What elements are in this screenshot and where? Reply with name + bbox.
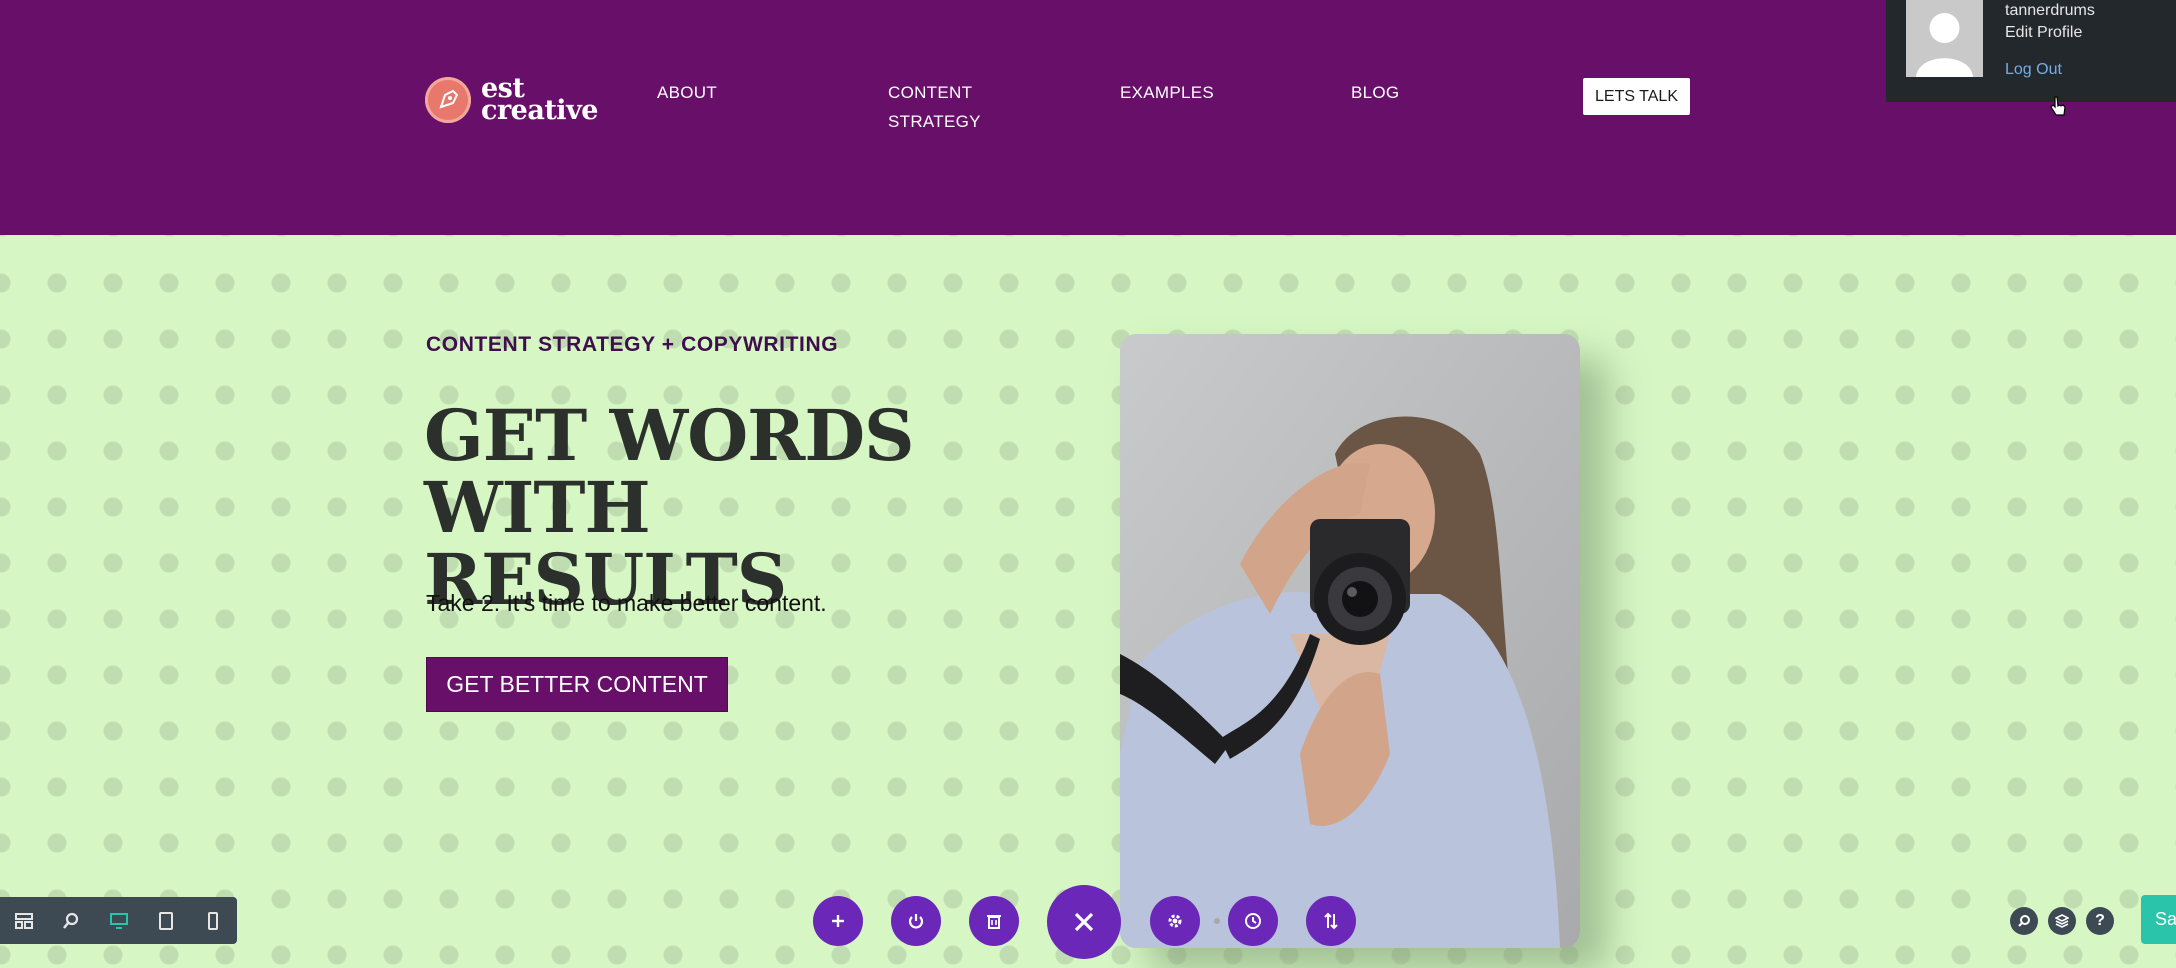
layers-icon[interactable] [2048, 907, 2076, 935]
nav-content-strategy-line1: CONTENT [888, 83, 973, 102]
add-icon[interactable] [813, 896, 863, 946]
nav-content-strategy[interactable]: CONTENT STRATEGY [888, 78, 981, 136]
settings-icon[interactable] [1150, 896, 1200, 946]
hero-subtext: Take 2. It's time to make better content… [426, 590, 827, 616]
hero-photo [1120, 334, 1580, 948]
polka-dot-background [0, 235, 2176, 968]
nav-content-strategy-line2: STRATEGY [888, 112, 981, 131]
trash-icon[interactable] [969, 896, 1019, 946]
wireframe-icon[interactable] [0, 897, 47, 944]
help-icon[interactable]: ? [2086, 907, 2114, 935]
portability-icon[interactable] [1306, 896, 1356, 946]
hero-eyebrow: CONTENT STRATEGY + COPYWRITING [426, 333, 839, 356]
history-icon[interactable] [1228, 896, 1278, 946]
pen-nib-icon [425, 77, 471, 123]
hand-cursor-icon [2049, 95, 2067, 122]
desktop-icon[interactable] [95, 897, 142, 944]
view-mode-toolbar [0, 897, 237, 944]
phone-icon[interactable] [190, 897, 237, 944]
hero-headline: GET WORDS WITH RESULTS [424, 394, 915, 621]
lets-talk-button[interactable]: LETS TALK [1583, 78, 1690, 115]
search-icon[interactable] [2010, 907, 2038, 935]
nav-blog[interactable]: BLOG [1351, 78, 1399, 107]
save-button[interactable]: Sa [2141, 895, 2176, 944]
tablet-icon[interactable] [142, 897, 189, 944]
close-icon[interactable] [1047, 885, 1121, 959]
nav-examples[interactable]: EXAMPLES [1120, 78, 1214, 107]
site-header: est creative ABOUT CONTENT STRATEGY EXAM… [0, 0, 2176, 235]
admin-user-menu: tannerdrums Edit Profile Log Out [1886, 0, 2176, 102]
edit-profile-link[interactable]: Edit Profile [2005, 24, 2082, 42]
separator-dot [1214, 918, 1220, 924]
nav-about[interactable]: ABOUT [657, 78, 717, 107]
power-icon[interactable] [891, 896, 941, 946]
site-logo[interactable]: est creative [425, 73, 598, 126]
zoom-icon[interactable] [47, 897, 94, 944]
admin-username[interactable]: tannerdrums [2005, 2, 2095, 20]
log-out-link[interactable]: Log Out [2005, 61, 2062, 79]
get-better-content-button[interactable]: GET BETTER CONTENT [426, 657, 728, 712]
logo-wordmark: est creative [481, 73, 598, 126]
avatar[interactable] [1906, 0, 1983, 77]
